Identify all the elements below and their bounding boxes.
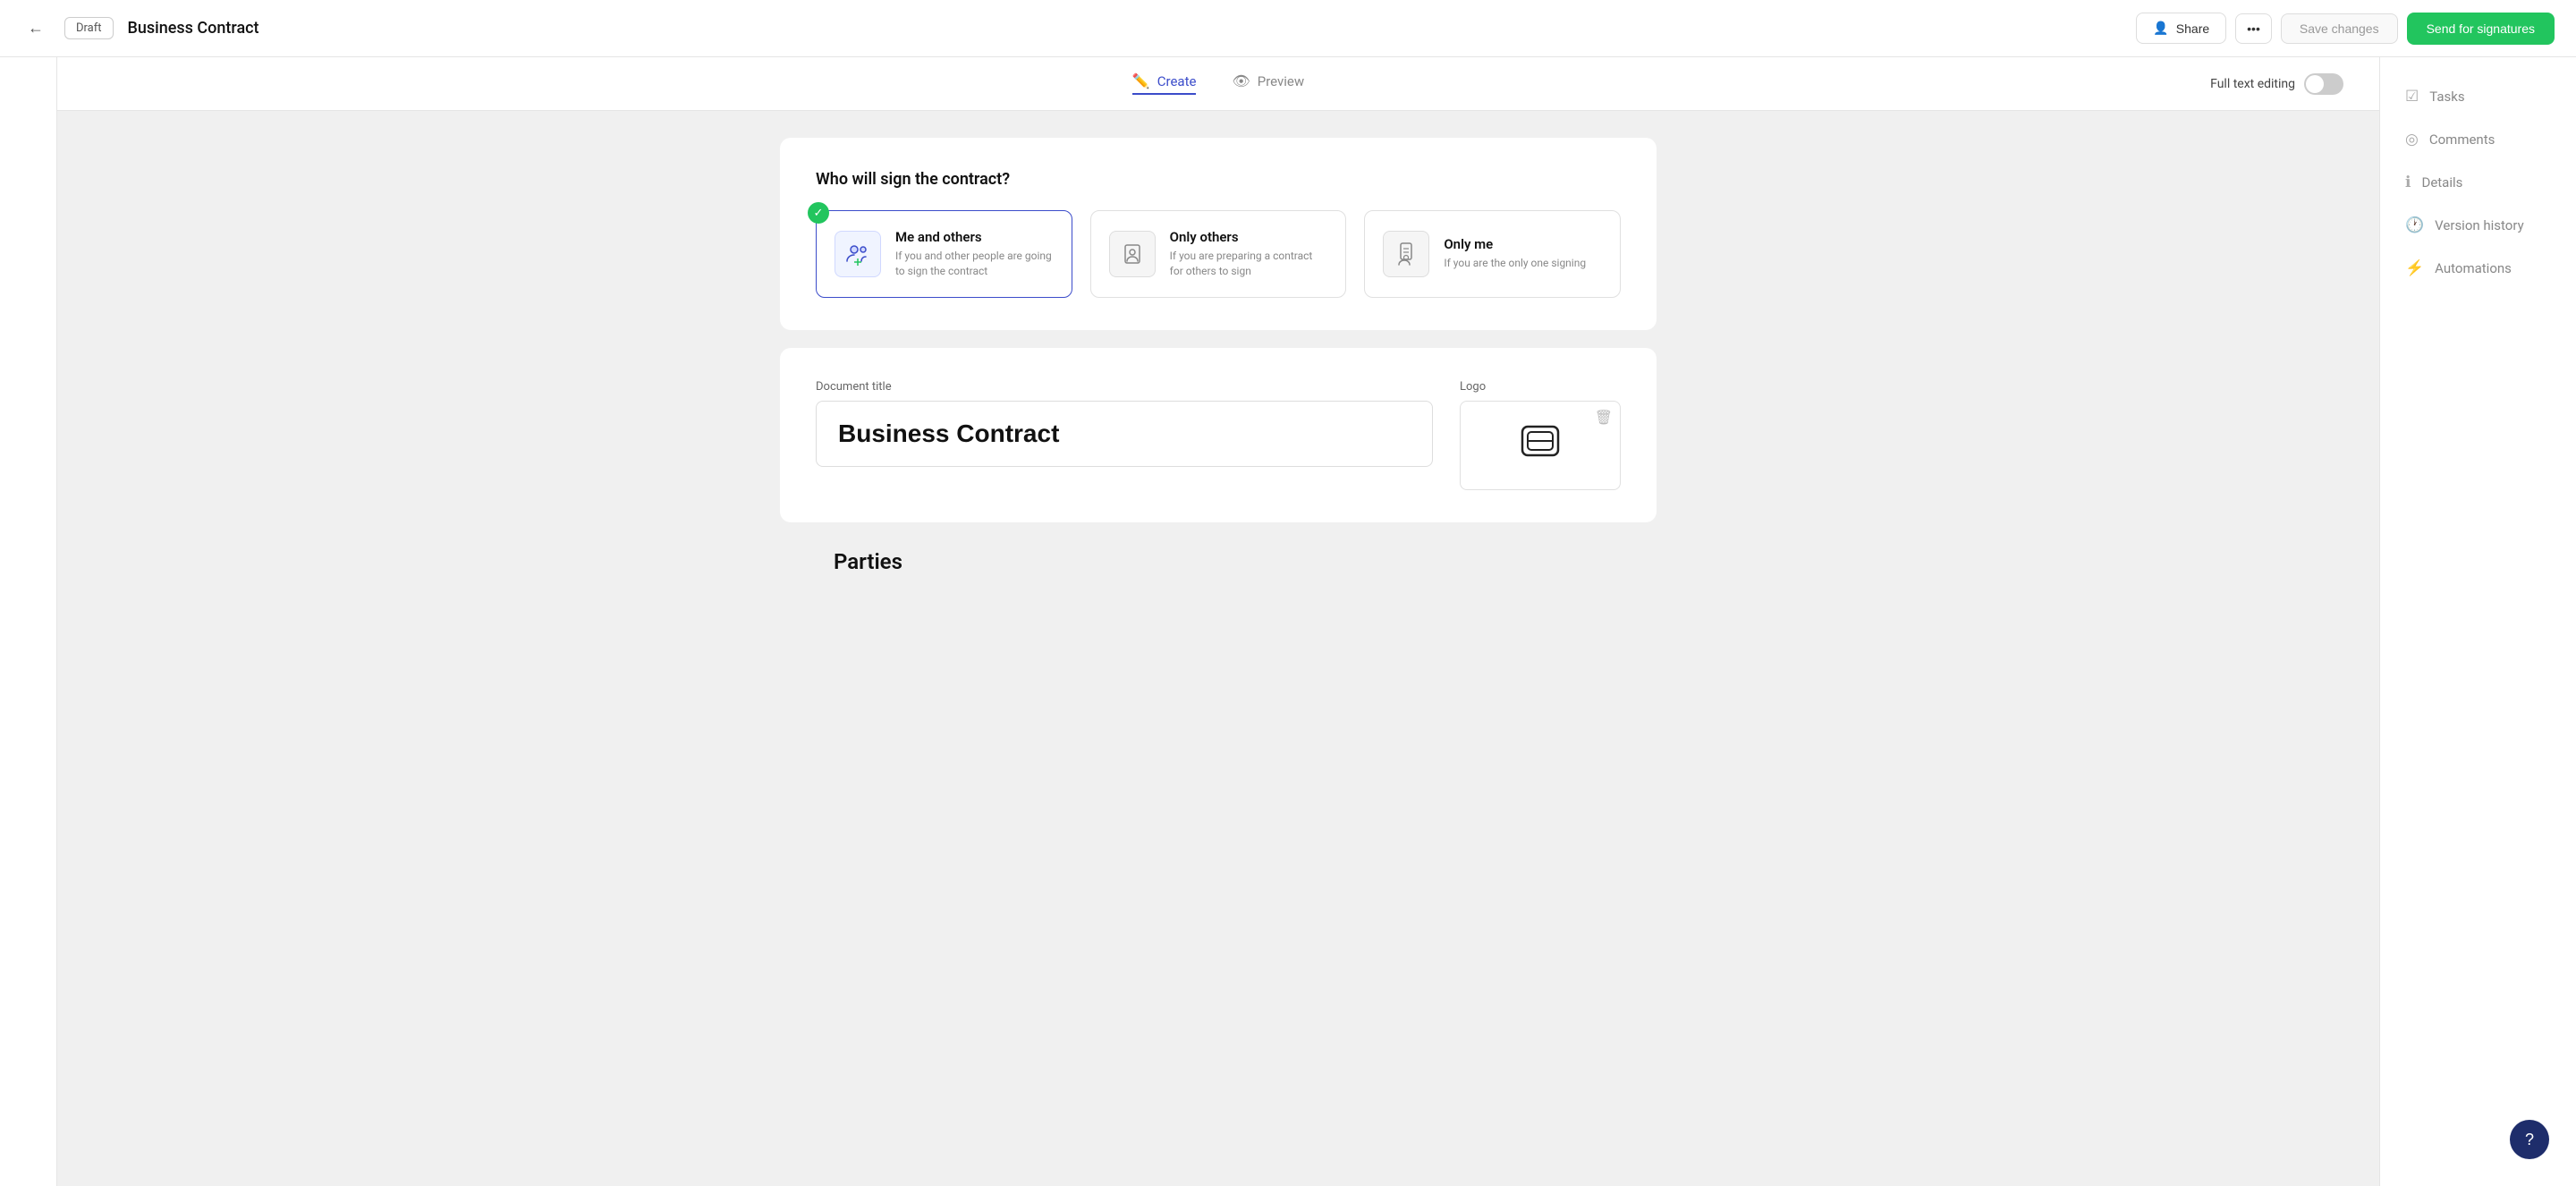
full-text-toggle-area: Full text editing [2210,73,2343,95]
doc-title-left: Document title [816,380,1433,467]
logo-icon [1519,419,1562,470]
tab-bar: ✏️ Create 👁 Preview Full text editing [57,57,2379,111]
document-title-label: Document title [816,380,1433,394]
topbar-left: ← Draft Business Contract [21,14,2136,43]
draft-badge: Draft [64,17,114,39]
full-text-toggle[interactable] [2304,73,2343,95]
topbar-right: 👤 Share ••• Save changes Send for signat… [2136,13,2555,45]
only-others-icon [1109,231,1156,277]
sidebar-item-automations[interactable]: ⚡ Automations [2380,247,2576,290]
right-sidebar: ☑ Tasks ◎ Comments ℹ Details 🕐 Version h… [2379,57,2576,1186]
back-button[interactable]: ← [21,14,50,43]
sidebar-item-comments[interactable]: ◎ Comments [2380,118,2576,161]
comments-icon: ◎ [2405,131,2419,148]
page-layout: ✏️ Create 👁 Preview Full text editing Wh… [0,57,2576,1186]
automations-icon: ⚡ [2405,259,2424,277]
more-button[interactable]: ••• [2235,13,2272,44]
signer-option-only-others[interactable]: Only others If you are preparing a contr… [1090,210,1347,298]
more-icon: ••• [2247,21,2260,36]
tasks-icon: ☑ [2405,88,2419,106]
me-and-others-icon [835,231,881,277]
sidebar-item-tasks[interactable]: ☑ Tasks [2380,75,2576,118]
send-for-signatures-button[interactable]: Send for signatures [2407,13,2555,45]
details-icon: ℹ [2405,174,2411,191]
me-and-others-text: Me and others If you and other people ar… [895,229,1054,279]
only-me-text: Only me If you are the only one signing [1444,236,1586,271]
only-me-icon [1383,231,1429,277]
tab-create[interactable]: ✏️ Create [1132,72,1197,95]
only-others-text: Only others If you are preparing a contr… [1170,229,1328,279]
signer-options: ✓ Me and others [816,210,1621,298]
signer-option-only-me[interactable]: Only me If you are the only one signing [1364,210,1621,298]
content-area: Who will sign the contract? ✓ [726,111,1710,619]
logo-label: Logo [1460,380,1621,394]
sidebar-item-version-history[interactable]: 🕐 Version history [2380,204,2576,247]
signer-option-me-and-others[interactable]: ✓ Me and others [816,210,1072,298]
document-title-section: Document title Logo 🗑 [780,348,1657,522]
share-icon: 👤 [2153,21,2168,36]
tab-preview[interactable]: 👁 Preview [1232,72,1304,95]
logo-delete-icon[interactable]: 🗑 [1595,409,1613,426]
logo-box: 🗑 [1460,401,1621,490]
topbar: ← Draft Business Contract 👤 Share ••• Sa… [0,0,2576,57]
save-changes-button[interactable]: Save changes [2281,13,2398,44]
pencil-icon: ✏️ [1132,72,1150,89]
logo-area: Logo 🗑 [1460,380,1621,490]
left-sidebar [0,57,57,1186]
signer-section-title: Who will sign the contract? [816,170,1621,189]
signer-section: Who will sign the contract? ✓ [780,138,1657,330]
parties-section: Parties [780,540,1657,592]
doc-title-layout: Document title Logo 🗑 [816,380,1621,490]
help-button[interactable]: ? [2510,1120,2549,1159]
document-title-input[interactable] [816,401,1433,467]
version-history-icon: 🕐 [2405,216,2424,234]
selected-check-icon: ✓ [808,202,829,224]
sidebar-item-details[interactable]: ℹ Details [2380,161,2576,204]
share-button[interactable]: 👤 Share [2136,13,2226,44]
parties-title: Parties [780,549,1657,574]
document-title: Business Contract [128,19,259,38]
main-content: ✏️ Create 👁 Preview Full text editing Wh… [57,57,2379,1186]
eye-icon: 👁 [1232,72,1250,89]
